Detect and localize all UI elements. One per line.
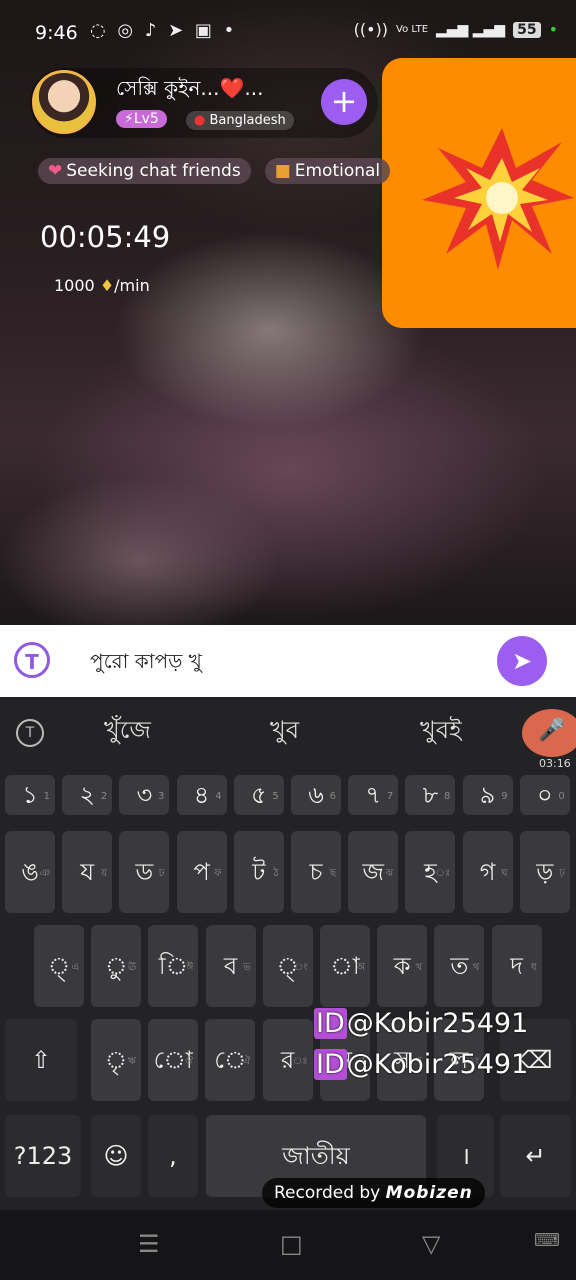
- country-badge: ● Bangladesh: [186, 111, 294, 130]
- key-number-6[interactable]: ৬6: [291, 775, 341, 815]
- key-number-5[interactable]: ৫5: [233, 775, 284, 815]
- level-badge: ⚡Lv5: [116, 110, 167, 128]
- watermark-line-2: ID@Kobir25491: [314, 1049, 529, 1080]
- key-row3-2[interactable]: ো ঔ: [148, 1019, 199, 1101]
- call-timer: 00:05:49: [40, 220, 171, 254]
- tag-seeking-chat[interactable]: ❤ Seeking chat friends: [38, 158, 251, 184]
- network-label: Vo LTE: [396, 24, 429, 35]
- key-row2-6[interactable]: া অ: [320, 925, 370, 1007]
- add-friend-button[interactable]: +: [321, 79, 367, 125]
- suggestion-1[interactable]: খুঁজে: [104, 712, 151, 752]
- shift-key[interactable]: ⇧: [5, 1019, 77, 1101]
- status-time: 9:46: [35, 22, 78, 44]
- heart-icon: ❤: [48, 161, 63, 181]
- key-number-4[interactable]: ৪4: [176, 775, 227, 815]
- message-input-bar: T পুরো কাপড় খু: [0, 625, 576, 697]
- tag-list: ❤ Seeking chat friends ■ Emotional: [38, 158, 391, 184]
- overlay-sticker: [382, 58, 576, 328]
- avatar[interactable]: [32, 70, 96, 134]
- emoji-key[interactable]: ☺: [91, 1115, 141, 1197]
- send-icon: ➤: [511, 647, 533, 675]
- battery-icon: 55: [513, 21, 541, 38]
- recorded-by-badge: Recorded by Mobizen: [262, 1178, 485, 1208]
- key-row2-4[interactable]: বভ: [205, 925, 256, 1007]
- key-row3-3[interactable]: ে ঐ: [205, 1019, 256, 1101]
- wifi-icon: ((•)): [353, 20, 389, 39]
- key-row2-5[interactable]: ্ং: [262, 925, 313, 1007]
- key-row1-6[interactable]: চছ: [291, 831, 341, 913]
- key-row1-10[interactable]: ড় ঢ়: [519, 831, 570, 913]
- key-row1-4[interactable]: পফ: [176, 831, 227, 913]
- notification-icons: ◌ ◎ ♪ ➤ ▣ •: [90, 20, 238, 41]
- suggestion-bar: T খুঁজে খুব খুবই 🎤 03:16: [0, 697, 576, 770]
- send-button[interactable]: ➤: [497, 636, 547, 686]
- tag-emotional[interactable]: ■ Emotional: [264, 158, 391, 184]
- key-number-3[interactable]: ৩3: [119, 775, 170, 815]
- mic-icon: 🎤: [538, 718, 566, 743]
- suggestion-3[interactable]: খুবই: [420, 712, 462, 752]
- signal-icon: ▂▄▆ ▂▄▆: [436, 21, 506, 38]
- key-row1-5[interactable]: টঠ: [233, 831, 284, 913]
- suggestion-2[interactable]: খুব: [270, 712, 299, 752]
- key-row2-9[interactable]: দধ: [491, 925, 542, 1007]
- dot-icon: •: [548, 20, 558, 39]
- profile-name: সেক্সি কুইন...❤️...: [116, 76, 264, 100]
- navigation-bar: ☰ □ ▽ ⌨: [0, 1210, 576, 1280]
- key-number-7[interactable]: ৭7: [348, 775, 399, 815]
- key-row1-2[interactable]: য য়: [62, 831, 113, 913]
- translate-icon[interactable]: T: [14, 642, 50, 678]
- key-row1-9[interactable]: গঘ: [462, 831, 513, 913]
- numeric-mode-key[interactable]: ?123: [5, 1115, 81, 1197]
- key-number-9[interactable]: ৯9: [462, 775, 513, 815]
- message-input[interactable]: পুরো কাপড় খু: [90, 647, 202, 680]
- key-row2-8[interactable]: তথ: [434, 925, 485, 1007]
- keyboard: T খুঁজে খুব খুবই 🎤 03:16 ১1২2৩3৪4৫5৬6৭7৮…: [0, 697, 576, 1210]
- key-number-8[interactable]: ৮8: [405, 775, 456, 815]
- key-row2-1[interactable]: ্ এ: [34, 925, 84, 1007]
- keyboard-hide-icon[interactable]: ⌨: [534, 1230, 560, 1251]
- recording-time: 03:16: [539, 757, 571, 770]
- home-icon[interactable]: □: [280, 1230, 303, 1258]
- key-row1-7[interactable]: জঝ: [348, 831, 399, 913]
- recording-indicator[interactable]: 🎤: [522, 709, 576, 757]
- key-row1-1[interactable]: ঙঞ: [5, 831, 55, 913]
- key-row2-3[interactable]: ি ঈ: [148, 925, 199, 1007]
- key-row3-4[interactable]: রঃ: [262, 1019, 313, 1101]
- key-row3-1[interactable]: ৃ ঋ: [91, 1019, 141, 1101]
- watermark-line-1: ID@Kobir25491: [314, 1008, 529, 1039]
- key-row2-2[interactable]: ু ঊ: [91, 925, 142, 1007]
- menu-icon[interactable]: ☰: [138, 1230, 160, 1258]
- explosion-icon: [422, 128, 574, 270]
- back-icon[interactable]: ▽: [422, 1230, 440, 1258]
- key-number-10[interactable]: ০0: [519, 775, 570, 815]
- enter-key[interactable]: ↵: [500, 1115, 571, 1197]
- key-number-1[interactable]: ১1: [5, 775, 55, 815]
- key-row1-3[interactable]: ডঢ: [119, 831, 170, 913]
- key-row1-8[interactable]: হঃ: [405, 831, 456, 913]
- comma-key[interactable]: ,: [148, 1115, 198, 1197]
- keyboard-toolbar-icon[interactable]: T: [16, 719, 44, 747]
- status-bar: 9:46 ◌ ◎ ♪ ➤ ▣ • ((•)) Vo LTE ▂▄▆ ▂▄▆ 55…: [0, 0, 576, 66]
- diamond-icon: ♦: [99, 276, 115, 295]
- key-row2-7[interactable]: কখ: [377, 925, 428, 1007]
- status-right: ((•)) Vo LTE ▂▄▆ ▂▄▆ 55 •: [354, 20, 558, 39]
- key-number-2[interactable]: ২2: [62, 775, 113, 815]
- call-rate: 1000 ♦/min: [54, 276, 150, 295]
- book-icon: ■: [274, 161, 291, 181]
